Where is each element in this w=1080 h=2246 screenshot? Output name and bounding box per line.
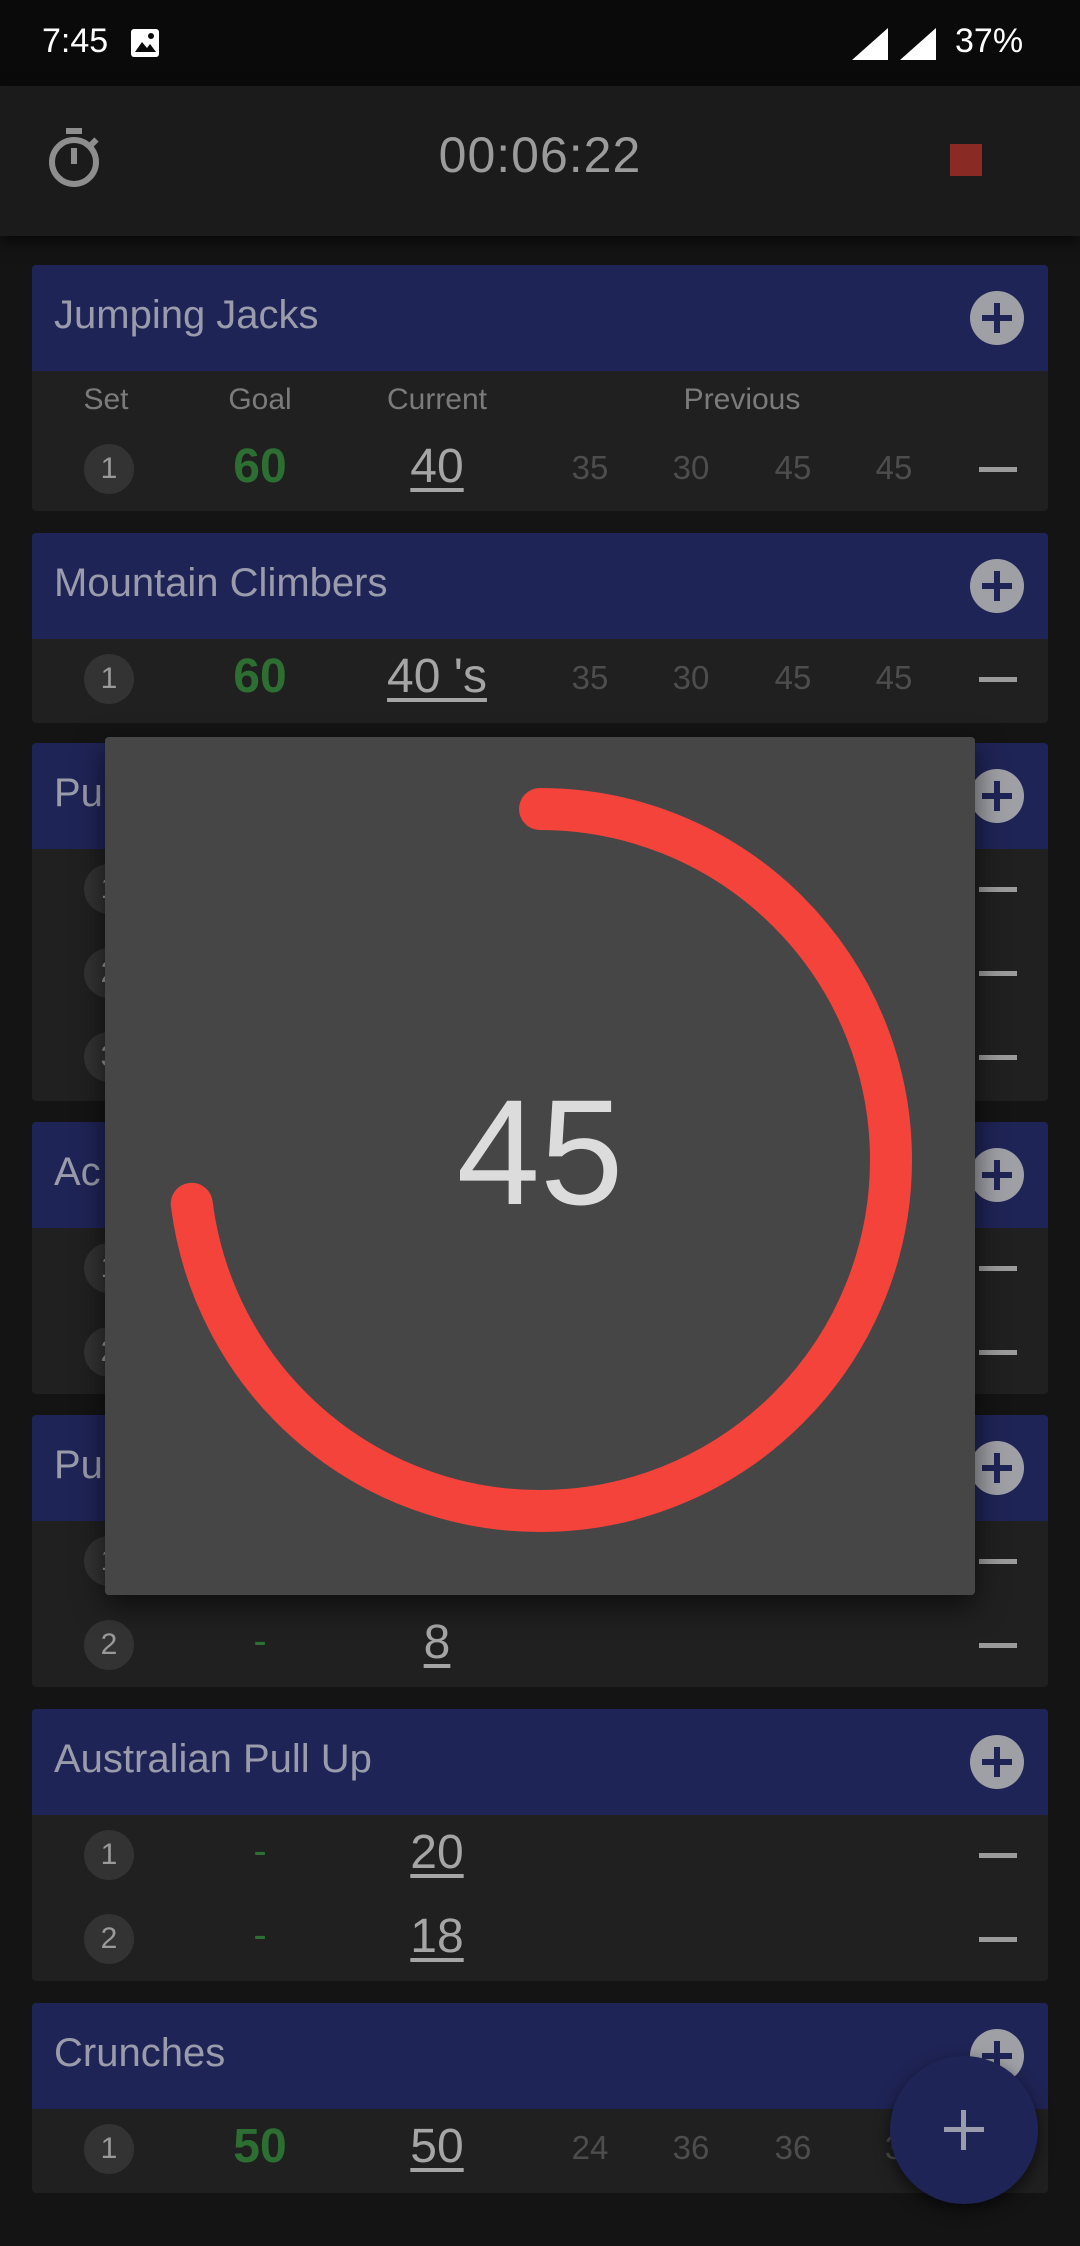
status-time: 7:45 bbox=[42, 22, 109, 60]
add-exercise-button[interactable] bbox=[890, 2056, 1038, 2204]
workout-toolbar: 00:06:22 bbox=[0, 86, 1080, 236]
signal-icon bbox=[850, 26, 942, 67]
status-bar: 7:45 37% bbox=[0, 0, 1080, 86]
workout-screen: 7:45 37% 00:06:22 Jumping Jacks Set Goal… bbox=[0, 0, 1080, 2246]
elapsed-time: 00:06:22 bbox=[438, 127, 642, 183]
rest-timer-dialog: 45 bbox=[105, 737, 975, 1595]
countdown-value: 45 bbox=[456, 1068, 624, 1236]
battery-level: 37% bbox=[955, 22, 1024, 60]
gallery-icon bbox=[130, 28, 160, 63]
stop-icon[interactable] bbox=[950, 144, 982, 176]
